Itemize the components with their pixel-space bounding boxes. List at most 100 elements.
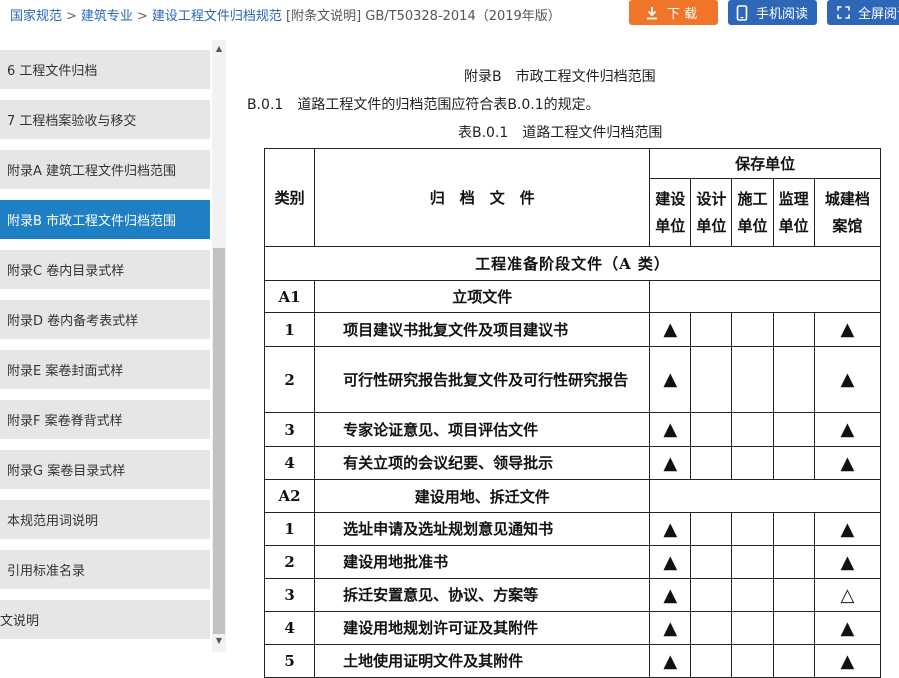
header-unit-line: 城建档: [824, 189, 870, 208]
sidebar-item[interactable]: 附录F 案卷脊背式样: [0, 400, 210, 439]
row-number: 1: [263, 512, 316, 546]
mark-cell: [772, 412, 815, 447]
table-row: 2 可行性研究报告批复文件及可行性研究报告 ▲ ▲: [263, 346, 882, 413]
sidebar-item-label: 附录E 案卷封面式样: [7, 364, 124, 379]
mark-cell: ▲: [649, 312, 692, 347]
scroll-up-arrow-icon[interactable]: ▲: [212, 44, 226, 54]
mark-cell: [772, 446, 815, 480]
row-document: 建设用地规划许可证及其附件: [314, 611, 651, 645]
group-title: 立项文件: [314, 280, 651, 313]
mark-cell: △: [813, 578, 882, 612]
mark-cell: [772, 578, 815, 612]
mark-cell: [731, 545, 774, 579]
header-unit-group: 保存单位: [649, 148, 881, 179]
header-unit-line: 案馆: [832, 216, 863, 235]
mark-cell: [772, 545, 815, 579]
mark-cell: [690, 446, 733, 480]
row-number: 5: [263, 644, 316, 678]
sidebar-item[interactable]: 文说明: [0, 600, 210, 639]
sidebar-item-label: 引用标准名录: [7, 564, 86, 579]
header-unit-line: 建设: [655, 189, 686, 208]
scroll-down-arrow-icon[interactable]: ▼: [212, 636, 226, 646]
table-row: 3 拆迁安置意见、协议、方案等 ▲ △: [263, 578, 882, 612]
sidebar-item-label: 附录A 建筑工程文件归档范围: [7, 164, 177, 179]
header-unit-construct: 施工 单位: [731, 178, 774, 247]
breadcrumb-current: [附条文说明] GB/T50328-2014（2019年版）: [286, 9, 561, 24]
header-unit-supervise: 监理 单位: [772, 178, 815, 247]
mark-cell: [690, 312, 733, 347]
sidebar-item-label: 附录G 案卷目录式样: [7, 464, 126, 479]
mark-cell: [690, 611, 733, 645]
fullscreen-button[interactable]: 全屏阅读: [827, 0, 899, 25]
mark-cell: [772, 312, 815, 347]
header-unit-line: 单位: [696, 216, 727, 235]
sidebar: 6 工程文件归档 7 工程档案验收与移交 附录A 建筑工程文件归档范围 附录B …: [0, 40, 228, 652]
row-document: 专家论证意见、项目评估文件: [314, 412, 651, 447]
header-unit-line: 监理: [778, 189, 809, 208]
mark-cell: [772, 644, 815, 678]
mark-cell: ▲: [649, 644, 692, 678]
sidebar-item[interactable]: 附录D 卷内备考表式样: [0, 300, 210, 339]
document-content: 附录B 市政工程文件归档范围 B.0.1 道路工程文件的归档范围应符合表B.0.…: [228, 40, 899, 678]
header-unit-design: 设计 单位: [690, 178, 733, 247]
breadcrumb-item-1[interactable]: 国家规范: [10, 9, 62, 24]
sidebar-item[interactable]: 附录A 建筑工程文件归档范围: [0, 150, 210, 189]
mark-cell: ▲: [813, 545, 882, 579]
download-label: 下 载: [667, 7, 698, 22]
header-category: 类别: [263, 148, 316, 247]
mark-cell: ▲: [813, 446, 882, 480]
mark-cell: [772, 512, 815, 546]
row-document: 可行性研究报告批复文件及可行性研究报告: [314, 346, 651, 413]
mark-cell: ▲: [813, 346, 882, 413]
sidebar-item[interactable]: 附录G 案卷目录式样: [0, 450, 210, 489]
mark-cell: [731, 644, 774, 678]
download-icon: [647, 6, 657, 19]
mark-cell: [731, 312, 774, 347]
table-row: 3 专家论证意见、项目评估文件 ▲ ▲: [263, 412, 882, 447]
sidebar-item-active[interactable]: 附录B 市政工程文件归档范围: [0, 200, 210, 239]
mobile-read-button[interactable]: 手机阅读: [728, 0, 817, 25]
mark-cell: ▲: [649, 545, 692, 579]
row-number: 3: [263, 412, 316, 447]
mark-cell: [731, 578, 774, 612]
sidebar-item[interactable]: 附录E 案卷封面式样: [0, 350, 210, 389]
row-document: 有关立项的会议纪要、领导批示: [314, 446, 651, 480]
row-number: 4: [263, 446, 316, 480]
group-empty-cell: [649, 280, 881, 313]
sidebar-item[interactable]: 7 工程档案验收与移交: [0, 100, 210, 139]
header-unit-line: 设计: [696, 189, 727, 208]
archive-scope-table: 类别 归 档 文 件 保存单位 建设 单位 设计 单位 施工 单位 监理 单位 城建档案…: [263, 148, 882, 678]
mark-cell: [731, 512, 774, 546]
sidebar-item-label: 附录C 卷内目录式样: [7, 264, 125, 279]
sidebar-item[interactable]: 附录C 卷内目录式样: [0, 250, 210, 289]
sidebar-item-label: 6 工程文件归档: [7, 64, 98, 79]
sidebar-item-label: 文说明: [0, 614, 40, 629]
group-title: 建设用地、拆迁文件: [314, 479, 651, 513]
download-button[interactable]: 下 载: [629, 0, 718, 25]
sidebar-scrollbar[interactable]: ▲ ▼: [212, 40, 226, 652]
row-number: 2: [263, 545, 316, 579]
sidebar-item[interactable]: 本规范用词说明: [0, 500, 210, 539]
mark-cell: ▲: [813, 312, 882, 347]
breadcrumb-item-3[interactable]: 建设工程文件归档规范: [152, 9, 282, 24]
mark-cell: ▲: [813, 644, 882, 678]
row-number: 2: [263, 346, 316, 413]
header-unit-line: 单位: [655, 216, 686, 235]
clause-text: B.0.1 道路工程文件的归档范围应符合表B.0.1的规定。: [247, 97, 600, 113]
header-unit-line: 施工: [737, 189, 768, 208]
breadcrumb-item-2[interactable]: 建筑专业: [81, 9, 133, 24]
sidebar-item[interactable]: 6 工程文件归档: [0, 50, 210, 89]
sidebar-item-label: 7 工程档案验收与移交: [7, 114, 137, 129]
row-number: 1: [263, 312, 316, 347]
mark-cell: [772, 346, 815, 413]
sidebar-item[interactable]: 引用标准名录: [0, 550, 210, 589]
mark-cell: ▲: [649, 446, 692, 480]
group-code: A1: [263, 280, 316, 313]
header-unit-build: 建设 单位: [649, 178, 692, 247]
scrollbar-thumb[interactable]: [213, 248, 225, 634]
table-caption: 表B.0.1 道路工程文件归档范围: [458, 125, 663, 141]
mark-cell: [731, 346, 774, 413]
mark-cell: [690, 412, 733, 447]
row-document: 项目建议书批复文件及项目建议书: [314, 312, 651, 347]
mark-cell: ▲: [649, 611, 692, 645]
